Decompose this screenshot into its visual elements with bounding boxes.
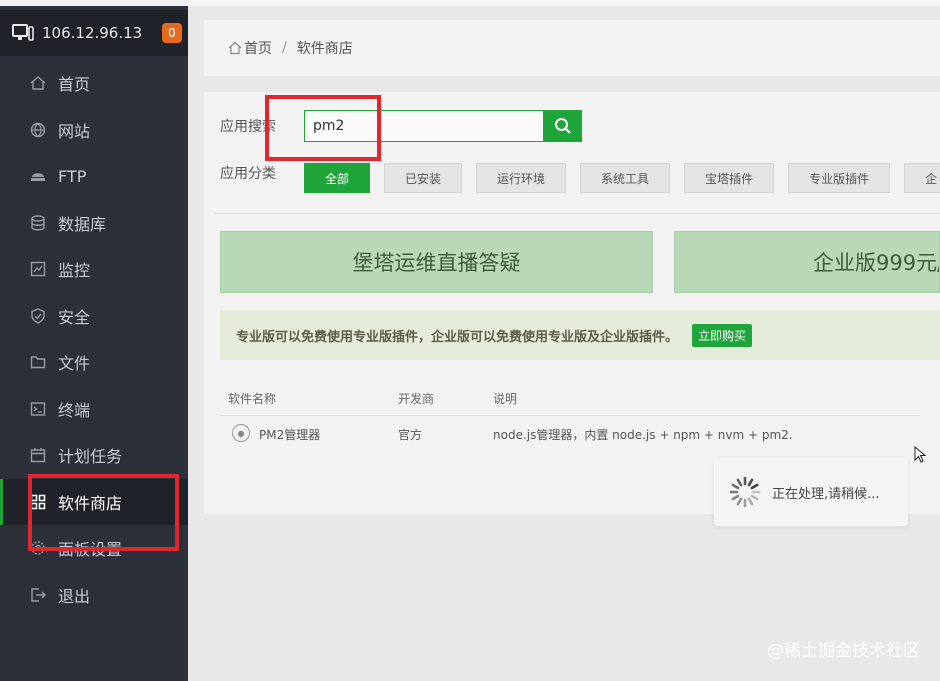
search-button[interactable] bbox=[544, 110, 582, 142]
pro-notice: 专业版可以免费使用专业版插件，企业版可以免费使用专业版及企业版插件。 立即购买 bbox=[220, 310, 940, 360]
row-description: node.js管理器，内置 node.js + npm + nvm + pm2. bbox=[493, 428, 793, 442]
globe-icon bbox=[30, 122, 46, 138]
watermark: @稀土掘金技术社区 bbox=[767, 641, 920, 661]
category-row: 应用分类 bbox=[220, 163, 304, 183]
search-icon bbox=[555, 118, 571, 134]
server-monitor-icon bbox=[12, 24, 34, 41]
sidebar-item-1[interactable]: 网站 bbox=[0, 107, 188, 154]
sidebar-item-label: 终端 bbox=[58, 400, 91, 420]
sidebar-item-9[interactable]: 软件商店 bbox=[0, 478, 188, 525]
ftp-icon bbox=[31, 173, 45, 182]
category-button-3[interactable]: 系统工具 bbox=[580, 163, 671, 193]
category-buttons: 全部 已安装 运行环境 系统工具 宝塔插件 专业版插件企 bbox=[304, 163, 940, 195]
header-description: 说明 bbox=[493, 392, 518, 406]
gear-icon bbox=[31, 541, 45, 555]
table-row[interactable]: ● PM2管理器 官方 node.js管理器，内置 node.js + npm … bbox=[220, 416, 920, 454]
sidebar-item-label: 退出 bbox=[58, 586, 91, 606]
logout-icon bbox=[31, 588, 46, 602]
sidebar-item-label: 软件商店 bbox=[58, 493, 123, 513]
sidebar-item-label: 文件 bbox=[58, 354, 91, 374]
folder-icon bbox=[30, 356, 46, 369]
server-ip: 106.12.96.13 bbox=[42, 24, 143, 42]
category-label: 应用分类 bbox=[220, 166, 276, 182]
sidebar-item-label: 网站 bbox=[58, 121, 91, 141]
category-button-5[interactable]: 专业版插件 bbox=[788, 163, 891, 193]
sidebar-nav: 首页网站 FTP 数据库监控安全文件终端计划任务软件商店面板设置退出 bbox=[0, 60, 188, 618]
sidebar-item-7[interactable]: 终端 bbox=[0, 386, 188, 433]
category-button-6[interactable]: 企 bbox=[904, 163, 940, 193]
server-info[interactable]: 106.12.96.13 0 bbox=[0, 10, 188, 56]
sidebar-item-label: 安全 bbox=[58, 307, 91, 327]
sidebar-item-label: 计划任务 bbox=[58, 447, 123, 467]
store-panel: 应用搜索 pm2 应用分类 全部 已安装 运行环境 系统工具 宝塔插件 专业版插件企 堡塔… bbox=[204, 92, 940, 526]
divider bbox=[214, 213, 940, 214]
loading-text: 正在处理,请稍候... bbox=[772, 486, 880, 502]
banner-enterprise[interactable]: 企业版999元/ bbox=[674, 231, 940, 293]
sidebar-item-4[interactable]: 监控 bbox=[0, 246, 188, 293]
sidebar-item-label: 数据库 bbox=[58, 214, 107, 234]
sidebar-item-label: FTP bbox=[58, 166, 87, 186]
database-icon bbox=[31, 215, 45, 231]
sidebar-item-label: 面板设置 bbox=[58, 540, 123, 560]
calendar-icon bbox=[30, 448, 46, 463]
breadcrumb-separator: / bbox=[282, 40, 287, 56]
sidebar-item-11[interactable]: 退出 bbox=[0, 572, 188, 619]
search-row: 应用搜索 pm2 bbox=[220, 110, 582, 142]
sidebar: 106.12.96.13 0 首页网站 FTP 数据库监控安全文件终端计划任务软件商… bbox=[0, 0, 188, 681]
notification-badge[interactable]: 0 bbox=[162, 23, 182, 43]
header-developer: 开发商 bbox=[398, 392, 435, 406]
category-button-0[interactable]: 全部 bbox=[304, 163, 371, 193]
sidebar-item-label: 首页 bbox=[58, 75, 91, 95]
grid-icon bbox=[30, 494, 46, 509]
buy-now-button[interactable]: 立即购买 bbox=[692, 323, 753, 347]
sidebar-top-strip bbox=[0, 0, 188, 6]
breadcrumb-current: 软件商店 bbox=[296, 41, 353, 57]
home-icon bbox=[228, 41, 242, 55]
search-input[interactable]: pm2 bbox=[304, 110, 544, 142]
table-header: 软件名称 开发商 说明 bbox=[220, 382, 920, 416]
spinner-icon bbox=[729, 476, 761, 508]
home-icon bbox=[30, 76, 46, 90]
sidebar-item-5[interactable]: 安全 bbox=[0, 293, 188, 340]
sidebar-item-2[interactable]: FTP bbox=[0, 153, 188, 200]
shield-icon bbox=[31, 307, 45, 324]
sidebar-item-0[interactable]: 首页 bbox=[0, 60, 188, 107]
header-name: 软件名称 bbox=[228, 392, 277, 406]
banner-live-qa[interactable]: 堡塔运维直播答疑 bbox=[220, 231, 653, 293]
sidebar-item-6[interactable]: 文件 bbox=[0, 339, 188, 386]
category-button-1[interactable]: 已安装 bbox=[384, 163, 463, 193]
sidebar-item-3[interactable]: 数据库 bbox=[0, 200, 188, 247]
main-area: 首页 / 软件商店 应用搜索 pm2 应用分类 全部 已安装 运行环境 系统工具 宝塔插… bbox=[188, 0, 940, 681]
sidebar-item-8[interactable]: 计划任务 bbox=[0, 432, 188, 479]
search-label: 应用搜索 bbox=[220, 119, 276, 135]
category-button-2[interactable]: 运行环境 bbox=[476, 163, 567, 193]
breadcrumb: 首页 / 软件商店 bbox=[204, 20, 940, 76]
category-button-4[interactable]: 宝塔插件 bbox=[684, 163, 775, 193]
monitor-icon bbox=[30, 262, 46, 277]
sidebar-item-10[interactable]: 面板设置 bbox=[0, 525, 188, 572]
pm2-icon: ● bbox=[232, 424, 250, 442]
terminal-icon bbox=[30, 402, 46, 416]
notice-text: 专业版可以免费使用专业版插件，企业版可以免费使用专业版及企业版插件。 bbox=[236, 329, 679, 345]
main-top-strip bbox=[188, 0, 940, 6]
row-name: PM2管理器 bbox=[259, 428, 321, 442]
sidebar-item-label: 监控 bbox=[58, 261, 91, 281]
mouse-cursor-icon bbox=[914, 446, 927, 463]
row-developer: 官方 bbox=[398, 428, 423, 442]
breadcrumb-home[interactable]: 首页 bbox=[244, 38, 272, 58]
loading-dialog: 正在处理,请稍候... bbox=[714, 458, 908, 526]
